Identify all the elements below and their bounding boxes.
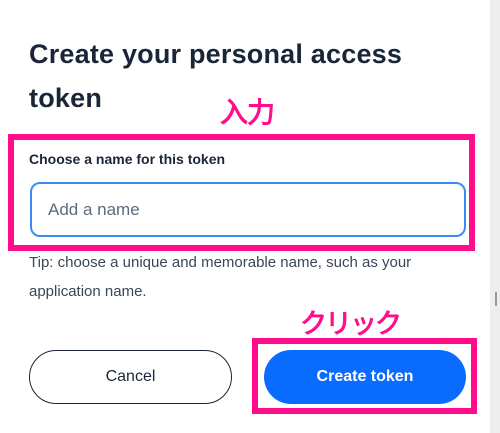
tip-text: Tip: choose a unique and memorable name,…: [29, 254, 412, 300]
create-token-dialog: Create your personal access token 入力 Cho…: [0, 0, 490, 433]
token-name-label: Choose a name for this token: [29, 151, 226, 167]
click-annotation: クリック: [300, 309, 402, 340]
token-name-input[interactable]: [30, 182, 466, 237]
scrollbar[interactable]: [490, 0, 500, 433]
input-annotation: 入力: [220, 96, 275, 129]
cancel-button[interactable]: Cancel: [29, 350, 232, 404]
create-token-button[interactable]: Create token: [264, 350, 466, 404]
scrollbar-thumb[interactable]: [495, 292, 497, 306]
